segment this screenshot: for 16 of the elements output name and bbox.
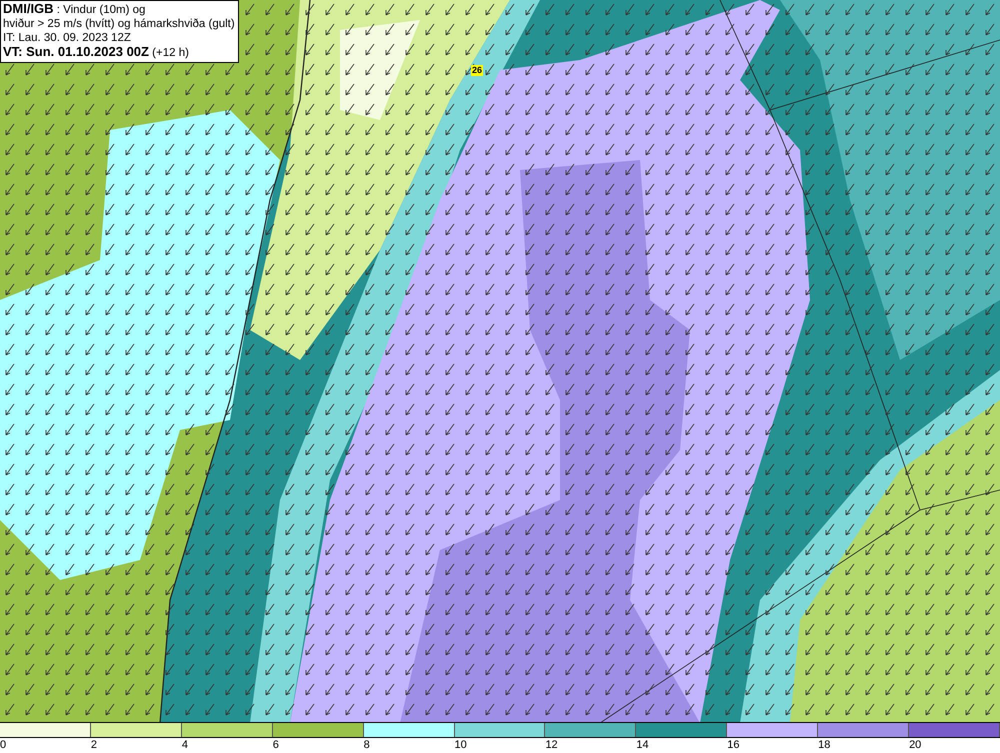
legend-tick: 18 [818, 738, 832, 753]
title-line: VT: Sun. 01.10.2023 00Z (+12 h) [3, 45, 190, 60]
legend-tick: 8 [364, 738, 371, 753]
title-line: DMI/IGB : Vindur (10m) og [3, 2, 146, 17]
legend-tick: 6 [272, 738, 280, 753]
legend-tick: 14 [636, 738, 650, 753]
legend-tick: 20 [909, 738, 922, 753]
legend-tick: 16 [727, 738, 740, 753]
title-line: hviður > 25 m/s (hvítt) og hámarkshviða (gult) [3, 17, 235, 31]
legend-tick: 2 [90, 738, 98, 753]
title-line: IT: Lau. 30. 09. 2023 12Z [3, 31, 132, 45]
legend-tick: 4 [182, 738, 189, 753]
legend-tick: 10 [454, 738, 468, 753]
gust-label: 26 [471, 65, 484, 76]
legend-tick: 0 [0, 738, 8, 753]
legend-tick: 12 [545, 738, 559, 753]
